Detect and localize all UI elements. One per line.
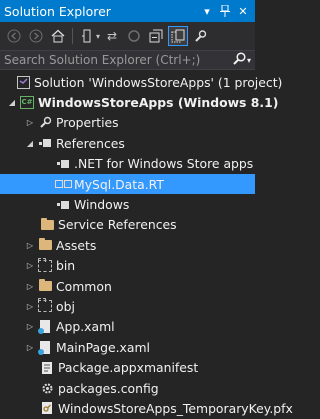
tree-item-solution[interactable]: Solution 'WindowsStoreApps' (1 project) — [0, 72, 282, 92]
panel-title: Solution Explorer — [4, 3, 111, 19]
folder-icon — [38, 238, 52, 252]
tree-item-reference-netcore[interactable]: .NET for Windows Store apps — [0, 154, 255, 174]
properties-icon[interactable] — [190, 26, 210, 46]
search-options-dropdown-icon[interactable]: ▾ — [247, 56, 251, 65]
search-icon[interactable] — [233, 52, 246, 68]
collapsed-arrow-icon[interactable]: ▷ — [24, 280, 36, 292]
toolbar: ▾ ⇄ — [0, 22, 255, 50]
collapsed-arrow-icon[interactable]: ▷ — [24, 321, 36, 333]
folder-dashed-icon — [38, 298, 52, 313]
sync-icon[interactable]: ⇄ — [102, 26, 122, 46]
config-file-icon — [40, 381, 54, 395]
xaml-file-icon — [38, 320, 52, 335]
manifest-file-icon — [40, 361, 54, 375]
home-icon[interactable] — [48, 26, 68, 46]
filter-dropdown-icon[interactable]: ▾ — [96, 32, 100, 41]
solution-explorer-panel: Solution Explorer ▾ ✕ ▾ ⇄ Search Solutio… — [0, 0, 293, 416]
collapsed-arrow-icon[interactable]: ▷ — [24, 300, 36, 312]
expanded-arrow-icon[interactable]: ◢ — [24, 137, 36, 149]
back-icon[interactable] — [4, 26, 24, 46]
refresh-icon[interactable] — [124, 26, 144, 46]
folder-icon — [38, 279, 52, 293]
collapsed-arrow-icon[interactable]: ▷ — [24, 341, 36, 353]
properties-wrench-icon — [38, 116, 52, 130]
tree-item-temporary-key[interactable]: WindowsStoreApps_TemporaryKey.pfx — [0, 398, 293, 418]
tree-item-reference-mysql[interactable]: MySql.Data.RT — [0, 173, 255, 195]
tree-item-references[interactable]: ◢ References — [0, 133, 255, 153]
references-icon — [38, 136, 52, 150]
tree-item-bin[interactable]: ▷ bin — [0, 256, 255, 276]
collapse-all-icon[interactable] — [146, 26, 166, 46]
collapsed-arrow-icon[interactable]: ▷ — [24, 260, 36, 272]
close-icon[interactable]: ✕ — [236, 4, 250, 18]
pin-icon[interactable] — [218, 4, 232, 18]
tree-item-common[interactable]: ▷ Common — [0, 276, 255, 296]
csharp-project-icon: C# — [20, 96, 34, 110]
reference-icon — [56, 157, 70, 171]
tree-item-mainpage-xaml[interactable]: ▷ MainPage.xaml — [0, 337, 255, 357]
reference-icon — [56, 198, 70, 212]
pending-changes-filter-icon[interactable] — [77, 26, 97, 46]
tree-item-package-manifest[interactable]: Package.appxmanifest — [0, 357, 255, 377]
key-file-icon — [40, 401, 54, 415]
tree-item-app-xaml[interactable]: ▷ App.xaml — [0, 317, 255, 337]
expanded-arrow-icon[interactable]: ◢ — [6, 97, 18, 109]
tree-item-packages-config[interactable]: packages.config — [0, 378, 255, 398]
search-box[interactable]: Search Solution Explorer (Ctrl+;) ▾ — [0, 50, 255, 70]
tree-item-reference-windows[interactable]: Windows — [0, 194, 255, 214]
tree-item-properties[interactable]: ▷ Properties — [0, 113, 255, 133]
pin-dropdown-icon[interactable]: ▾ — [200, 4, 214, 18]
show-all-files-icon[interactable] — [168, 26, 189, 46]
solution-icon — [16, 75, 30, 89]
reference-icon — [54, 177, 72, 191]
folder-dashed-icon — [38, 257, 52, 273]
solution-tree: Solution 'WindowsStoreApps' (1 project) … — [0, 72, 293, 419]
tree-item-project[interactable]: ◢ C# WindowsStoreApps (Windows 8.1) — [0, 92, 278, 112]
tree-item-service-references[interactable]: Service References — [0, 215, 255, 235]
collapsed-arrow-icon[interactable]: ▷ — [24, 239, 36, 251]
xaml-file-icon — [38, 340, 52, 355]
folder-icon — [40, 217, 54, 232]
collapsed-arrow-icon[interactable]: ▷ — [24, 117, 36, 129]
search-input[interactable]: Search Solution Explorer (Ctrl+;) — [4, 53, 200, 67]
title-bar: Solution Explorer ▾ ✕ — [0, 0, 255, 22]
tree-item-assets[interactable]: ▷ Assets — [0, 235, 255, 255]
tree-item-obj[interactable]: ▷ obj — [0, 296, 255, 316]
forward-icon[interactable] — [26, 26, 46, 46]
